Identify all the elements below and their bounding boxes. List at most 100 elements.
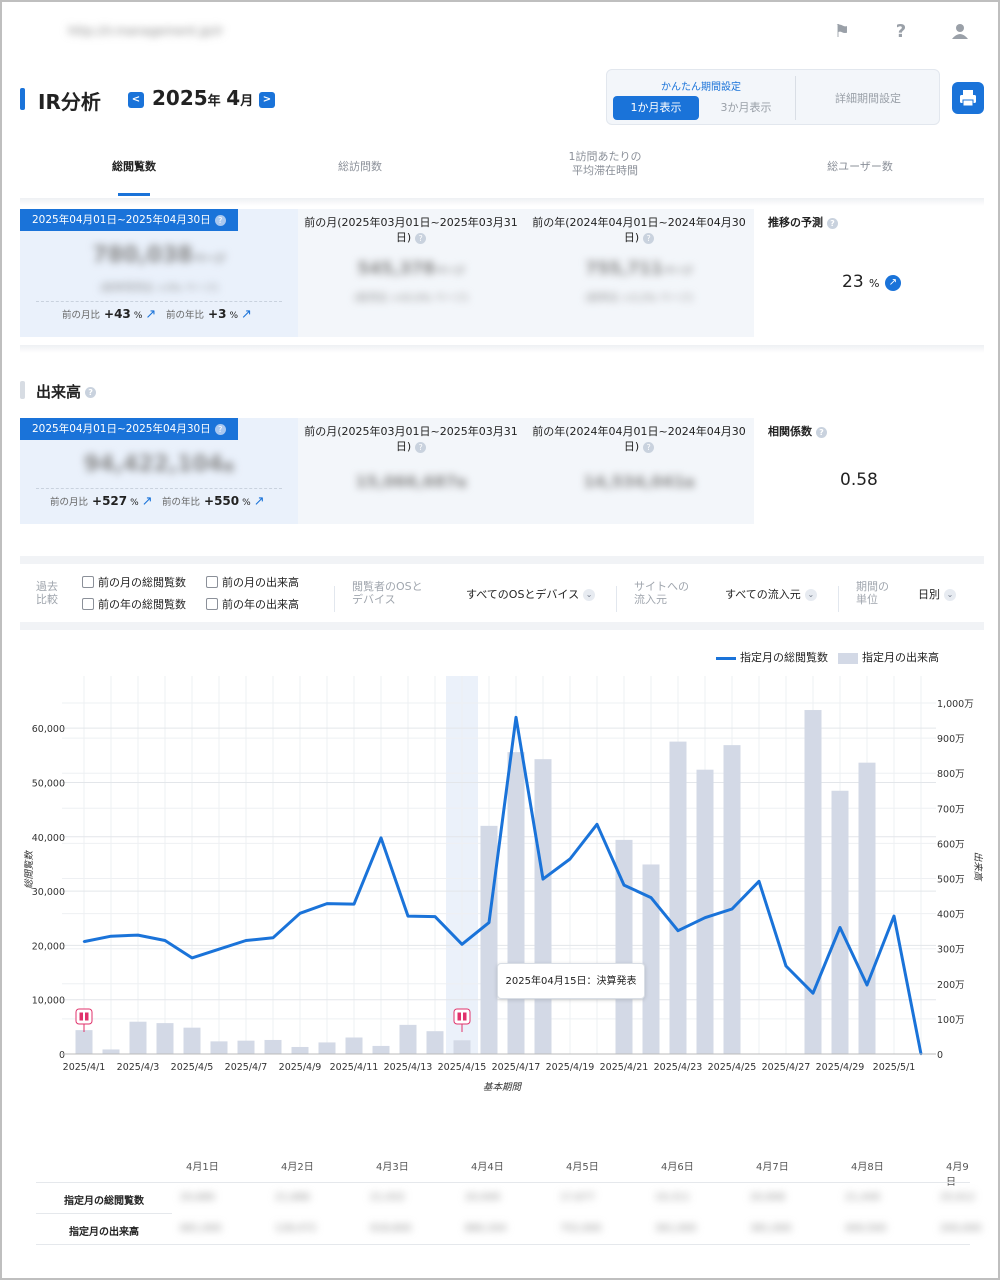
y-right-tick: 700万 [937, 804, 965, 815]
checkbox[interactable] [206, 598, 218, 610]
chk-prev-year-volume[interactable]: 前の年の出来高 [206, 596, 299, 612]
three-month-button[interactable]: 3か月表示 [703, 96, 789, 120]
chk-prev-month-volume[interactable]: 前の月の出来高 [206, 574, 299, 590]
prev-year-value: 14,534,041株 [524, 472, 754, 491]
y-left-tick: 40,000 [32, 833, 65, 844]
tabs-divider [20, 198, 984, 206]
help-icon[interactable]: ? [816, 426, 827, 438]
chevron-down-icon: ⌄ [804, 589, 817, 601]
checkbox[interactable] [82, 576, 94, 588]
correlation-label-text: 相関係数 [768, 425, 812, 438]
divider [334, 586, 335, 612]
views-point [676, 929, 680, 932]
volume-bar [156, 1023, 174, 1054]
chk-prev-year-views[interactable]: 前の年の総閲覧数 [82, 596, 186, 612]
yoy-pct: % [242, 498, 251, 508]
checkbox[interactable] [206, 576, 218, 588]
volume-bar [345, 1037, 363, 1054]
help-icon[interactable]: ? [643, 232, 655, 244]
prediction-label-text: 推移の予測 [768, 216, 823, 229]
views-point [487, 921, 491, 924]
user-icon[interactable] [950, 22, 970, 42]
help-icon[interactable]: ? [214, 214, 226, 226]
site-url[interactable]: http://ir.management.jp/ir [68, 24, 223, 38]
print-button[interactable] [952, 82, 984, 114]
help-icon[interactable]: ? [643, 441, 655, 453]
views-line-path [83, 715, 923, 1055]
views-point [892, 914, 896, 918]
table-cell: 880,344 [465, 1223, 507, 1234]
views-point [271, 936, 275, 939]
source-label-line1: サイトへの [634, 580, 689, 593]
views-point [838, 926, 842, 929]
source-label-line2: 流入元 [634, 593, 667, 606]
next-month-button[interactable]: > [259, 92, 275, 108]
table-cell: 21,686 [275, 1192, 310, 1203]
table-column-header: 4月4日 [471, 1162, 504, 1173]
chk-label: 前の年の出来高 [222, 598, 299, 611]
table-column-header: 4月7日 [756, 1162, 789, 1173]
mom-pct: % [133, 311, 143, 321]
tab-total-visits[interactable]: 総訪問数 [310, 160, 410, 174]
views-point [514, 716, 518, 719]
table-cell: 752,000 [560, 1223, 602, 1234]
prev-month-button[interactable]: < [128, 92, 144, 108]
y-left-tick: 50,000 [32, 778, 65, 789]
volume-section-title-text: 出来高 [36, 383, 82, 401]
one-month-button[interactable]: 1か月表示 [613, 96, 699, 120]
table-column-header: 4月8日 [851, 1162, 884, 1173]
top-bar: http://ir.management.jp/ir ⚑ ? [2, 2, 998, 60]
x-tick: 2025/4/13 [384, 1062, 433, 1073]
current-range-text: 2025年04月01日~2025年04月30日 [32, 214, 211, 226]
tab-avg-duration[interactable]: 1訪問あたりの 平均滞在時間 [540, 150, 670, 178]
detail-period-button[interactable]: 詳細期間設定 [797, 90, 939, 106]
current-volume-number: 94,422,104 [83, 452, 224, 477]
source-select[interactable]: すべての流入元 ⌄ [725, 586, 817, 602]
os-select-value: すべてのOSとデバイス [466, 588, 580, 601]
tab-total-users[interactable]: 総ユーザー数 [800, 160, 920, 174]
help-icon[interactable]: ? [891, 22, 911, 42]
help-icon[interactable]: ? [827, 217, 838, 229]
help-icon[interactable]: ? [214, 423, 226, 435]
help-icon[interactable]: ? [85, 387, 97, 398]
prev-month-unit: ページ [434, 266, 465, 277]
help-icon[interactable]: ? [415, 232, 427, 244]
current-period-card: 2025年04月01日~2025年04月30日? 780,038ページ (前年同… [20, 209, 298, 337]
correlation-label: 相関係数? [768, 423, 827, 439]
mom-compare: 前の月比 +43 % ↗ [62, 307, 156, 322]
views-point [541, 877, 545, 881]
table-cell: 20,949 [465, 1192, 500, 1203]
volume-bar [399, 1024, 417, 1054]
views-point [352, 902, 356, 906]
up-arrow-icon: ↗ [241, 307, 252, 322]
chk-prev-month-views[interactable]: 前の月の総閲覧数 [82, 574, 186, 590]
flag-icon[interactable]: ⚑ [832, 22, 852, 42]
volume-section-title: 出来高? [36, 381, 97, 402]
volume-bar [534, 759, 552, 1054]
mom-value: +43 [104, 307, 131, 321]
views-point [595, 823, 599, 826]
y-right-tick: 0 [937, 1050, 943, 1061]
checkbox[interactable] [82, 598, 94, 610]
os-select[interactable]: すべてのOSとデバイス ⌄ [466, 586, 596, 602]
tab-total-views[interactable]: 総閲覧数 [84, 160, 184, 174]
source-select-value: すべての流入元 [725, 588, 801, 601]
table-cell: 361,000 [655, 1223, 697, 1234]
views-point [865, 983, 869, 987]
filter-bar: 過去 比較 前の月の総閲覧数 前の年の総閲覧数 前の月の出来高 前の年の出来高 閲… [20, 556, 984, 630]
prev-year-value: 755,711ページ [524, 259, 754, 279]
easy-period-label: かんたん期間設定 [661, 82, 741, 93]
unit-select[interactable]: 日別 ⌄ [918, 586, 956, 602]
prev-month-label: 前の月(2025年03月01日~2025年03月31 日)? [298, 215, 524, 245]
views-point [622, 883, 626, 887]
unit-select-value: 日別 [918, 588, 940, 601]
yoy-value: +550 [204, 494, 240, 508]
views-point [568, 857, 572, 861]
prev-month-sub: (前月比 +43.0% ページ) [353, 293, 469, 304]
yoy-value: +3 [208, 307, 227, 321]
prev-year-label-line2: 日) [623, 440, 640, 453]
help-icon[interactable]: ? [415, 441, 427, 453]
marker-fill [463, 1012, 467, 1021]
table-column-header: 4月1日 [186, 1162, 219, 1173]
period-settings: かんたん期間設定 1か月表示 3か月表示 詳細期間設定 [606, 69, 940, 125]
